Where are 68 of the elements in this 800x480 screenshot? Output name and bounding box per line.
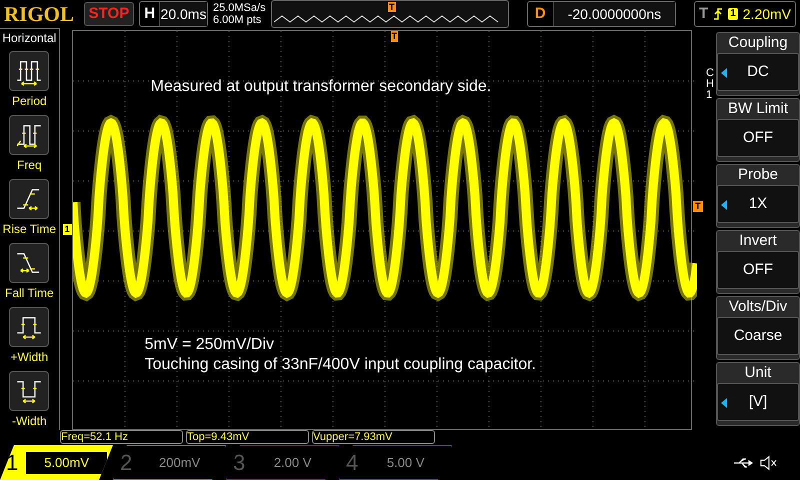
measure-button[interactable]	[9, 179, 50, 219]
measure-button[interactable]	[9, 371, 50, 411]
measurement-readout: Top=9.43mV	[186, 430, 309, 444]
option-title: Unit	[744, 363, 772, 383]
measure-label: +Width	[10, 349, 48, 365]
trigger-level: 2.20mV	[742, 4, 792, 24]
channel-number: 4	[346, 449, 358, 477]
timebase-value: 20.0ms	[159, 2, 207, 26]
menu-title: Horizontal	[2, 30, 56, 46]
channel-number: 1	[6, 449, 18, 477]
option-title: Coupling	[728, 33, 788, 53]
rising-edge-icon	[713, 7, 724, 21]
trigger-position-marker: T	[390, 31, 398, 42]
channel-scale: 5.00mV	[26, 452, 107, 474]
option-title: BW Limit	[728, 99, 788, 119]
adjust-arrow-icon	[721, 68, 728, 78]
menu-option[interactable]: Coupling DC	[716, 32, 800, 96]
channel-marker: 1	[62, 224, 72, 235]
option-value: Coarse	[734, 326, 782, 346]
measure-button[interactable]	[9, 51, 50, 91]
delay-label: D	[534, 4, 547, 24]
channel-tab[interactable]: 3 2.00 V	[226, 445, 339, 480]
menu-option[interactable]: Volts/Div Coarse	[716, 296, 800, 360]
timebase-label: H	[143, 4, 156, 24]
logo: RIGOL	[4, 1, 76, 27]
menu-option[interactable]: Probe 1X	[716, 164, 800, 228]
menu-option[interactable]: Unit [V]	[716, 362, 800, 426]
option-value: OFF	[743, 260, 774, 280]
mute-icon	[759, 454, 777, 470]
channel-number: 3	[233, 449, 246, 477]
measurement-readout: Vupper=7.93mV	[312, 430, 435, 444]
run-state-button[interactable]: STOP	[84, 2, 134, 26]
option-title: Probe	[738, 165, 778, 185]
measure-label: -Width	[12, 413, 47, 429]
adjust-arrow-icon	[721, 200, 728, 210]
measure-label: Freq	[16, 157, 42, 173]
channel-tab[interactable]: 2 200mV	[113, 445, 226, 480]
menu-option[interactable]: Invert OFF	[716, 230, 800, 294]
sample-rate: 25.0MSa/s	[212, 2, 266, 14]
option-value: OFF	[743, 128, 774, 148]
delay-value: -20.0000000ns	[552, 2, 676, 26]
measurement-readout: Freq=52.1 Hz	[60, 430, 183, 444]
option-value: 1X	[748, 194, 768, 214]
memory-depth: 6.00M pts	[212, 14, 262, 26]
option-value: DC	[747, 62, 769, 82]
option-title: Invert	[739, 231, 777, 251]
measure-button[interactable]	[9, 243, 50, 283]
channel-number: 2	[120, 449, 132, 477]
channel-tab[interactable]: 4 5.00 V	[339, 445, 452, 480]
overview-trigger-marker: T	[388, 2, 396, 12]
menu-option[interactable]: BW Limit OFF	[716, 98, 800, 162]
measure-label: Period	[12, 93, 47, 109]
measure-label: Rise Time	[2, 221, 56, 237]
trigger-level-marker: T	[693, 201, 703, 212]
annotation-text: Measured at output transformer secondary side.	[150, 77, 492, 97]
trigger-source-badge: 1	[728, 8, 738, 20]
channel-tab[interactable]: 1 5.00mV	[0, 445, 113, 480]
measure-button[interactable]	[9, 115, 50, 155]
usb-icon	[733, 458, 753, 468]
trigger-label: T	[699, 4, 708, 24]
option-value: [V]	[748, 392, 768, 412]
measure-label: Fall Time	[4, 285, 54, 301]
annotation-text: Touching casing of 33nF/400V input coupling capacitor.	[144, 355, 536, 375]
adjust-arrow-icon	[721, 398, 728, 408]
annotation-text: 5mV = 250mV/Div	[144, 335, 274, 355]
measure-button[interactable]	[9, 307, 50, 347]
channel-label: CH1	[706, 68, 715, 101]
option-title: Volts/Div	[728, 297, 788, 317]
